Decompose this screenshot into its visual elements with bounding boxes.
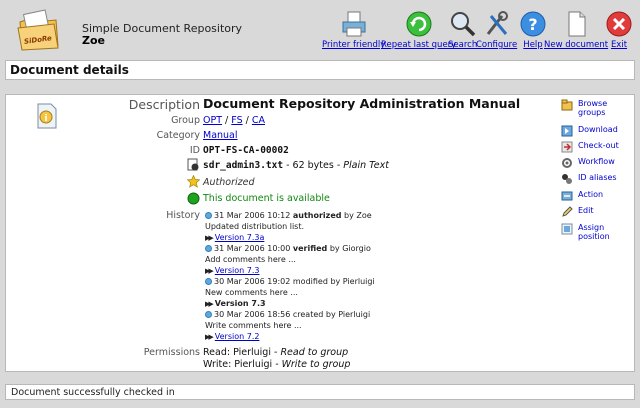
svg-text:?: ?: [528, 15, 537, 34]
current-version: Version 7.3: [214, 299, 266, 308]
repeat-icon: [406, 11, 432, 37]
edit-icon: [562, 206, 573, 217]
browse-groups-icon: [561, 99, 573, 111]
exit-button[interactable]: Exit: [605, 10, 633, 50]
exit-icon: [606, 11, 632, 37]
help-icon: ?: [520, 11, 546, 37]
configure-button[interactable]: Configure: [476, 10, 517, 50]
category-link[interactable]: Manual: [203, 130, 238, 141]
svg-text:i: i: [44, 114, 47, 124]
double-arrow-icon: ▶▶: [205, 267, 214, 275]
group-link-ca[interactable]: CA: [252, 115, 265, 126]
file-name-link[interactable]: sdr_admin3.txt: [203, 160, 283, 171]
history-entry: 31 Mar 2006 10:00 verified by Giorgio: [205, 244, 371, 253]
history-dot-icon: [205, 245, 212, 252]
description-label: Description: [128, 97, 200, 112]
search-icon: [450, 12, 475, 37]
id-label: ID: [189, 145, 200, 156]
star-icon: [187, 175, 200, 188]
permission-read: Read: Pierluigi - Read to group: [203, 347, 349, 358]
group-label: Group: [171, 115, 200, 126]
group-link-fs[interactable]: FS: [231, 115, 242, 126]
action-icon: [561, 191, 573, 201]
workflow-icon: [562, 158, 572, 168]
version-link[interactable]: Version 7.3: [215, 266, 260, 275]
history-version: ▶▶ Version 7.3: [205, 266, 259, 275]
history-comment: Updated distribution list.: [205, 222, 305, 231]
history-version: ▶▶ Version 7.2: [205, 332, 259, 341]
group-breadcrumb: OPT / FS / CA: [203, 115, 266, 126]
history-dot-icon: [205, 311, 212, 318]
history-dot-icon: [205, 278, 212, 285]
history-comment: New comments here ...: [205, 288, 298, 297]
printer-friendly-button[interactable]: Printer friendly: [322, 10, 385, 50]
check-out-icon: [561, 141, 573, 153]
toolbar: Printer friendly Repeat last query Searc…: [0, 10, 640, 56]
history-entry: 31 Mar 2006 10:12 authorized by Zoe: [205, 211, 372, 220]
repeat-last-query-button[interactable]: Repeat last query: [381, 10, 456, 50]
app-header: SiDoRe Simple Document Repository Zoe Pr…: [0, 0, 640, 60]
version-link[interactable]: Version 7.3a: [215, 233, 265, 242]
version-link[interactable]: Version 7.2: [215, 332, 260, 341]
printer-icon: [342, 11, 366, 37]
double-arrow-icon: ▶▶: [205, 333, 214, 341]
history-label: History: [166, 210, 200, 221]
help-button[interactable]: ? Help: [519, 10, 547, 50]
available-status-icon: [187, 192, 200, 205]
assign-position-icon: [561, 223, 573, 235]
search-button[interactable]: Search: [448, 10, 477, 50]
document-id: OPT-FS-CA-00002: [203, 145, 289, 156]
category-label: Category: [156, 130, 200, 141]
double-arrow-icon: ▶▶: [205, 300, 214, 308]
document-state: Authorized: [203, 177, 255, 188]
file-info: sdr_admin3.txt - 62 bytes - Plain Text: [203, 160, 389, 171]
history-version: ▶▶ Version 7.3: [205, 299, 266, 308]
file-icon: [187, 158, 199, 171]
status-bar: Document successfully checked in: [5, 384, 635, 400]
new-document-icon: [568, 11, 586, 37]
new-document-button[interactable]: New document: [544, 10, 608, 50]
permissions-label: Permissions: [143, 347, 200, 358]
group-link-opt[interactable]: OPT: [203, 115, 222, 126]
history-dot-icon: [205, 212, 212, 219]
section-title: Document details: [5, 60, 635, 80]
permission-write: Write: Pierluigi - Write to group: [203, 359, 351, 370]
availability-status: This document is available: [203, 193, 330, 204]
configure-icon: [486, 11, 508, 35]
double-arrow-icon: ▶▶: [205, 234, 214, 242]
document-details-panel: i Description Document Repository Admini…: [5, 94, 635, 372]
document-info-icon: i: [37, 103, 57, 129]
document-description: Document Repository Administration Manua…: [203, 96, 521, 111]
download-icon: [561, 125, 573, 137]
history-version: ▶▶ Version 7.3a: [205, 233, 264, 242]
history-entry: 30 Mar 2006 18:56 created by Pierluigi: [205, 310, 370, 319]
history-comment: Write comments here ...: [205, 321, 302, 330]
id-aliases-icon: [562, 174, 572, 184]
history-entry: 30 Mar 2006 19:02 modified by Pierluigi: [205, 277, 375, 286]
history-comment: Add comments here ...: [205, 255, 296, 264]
